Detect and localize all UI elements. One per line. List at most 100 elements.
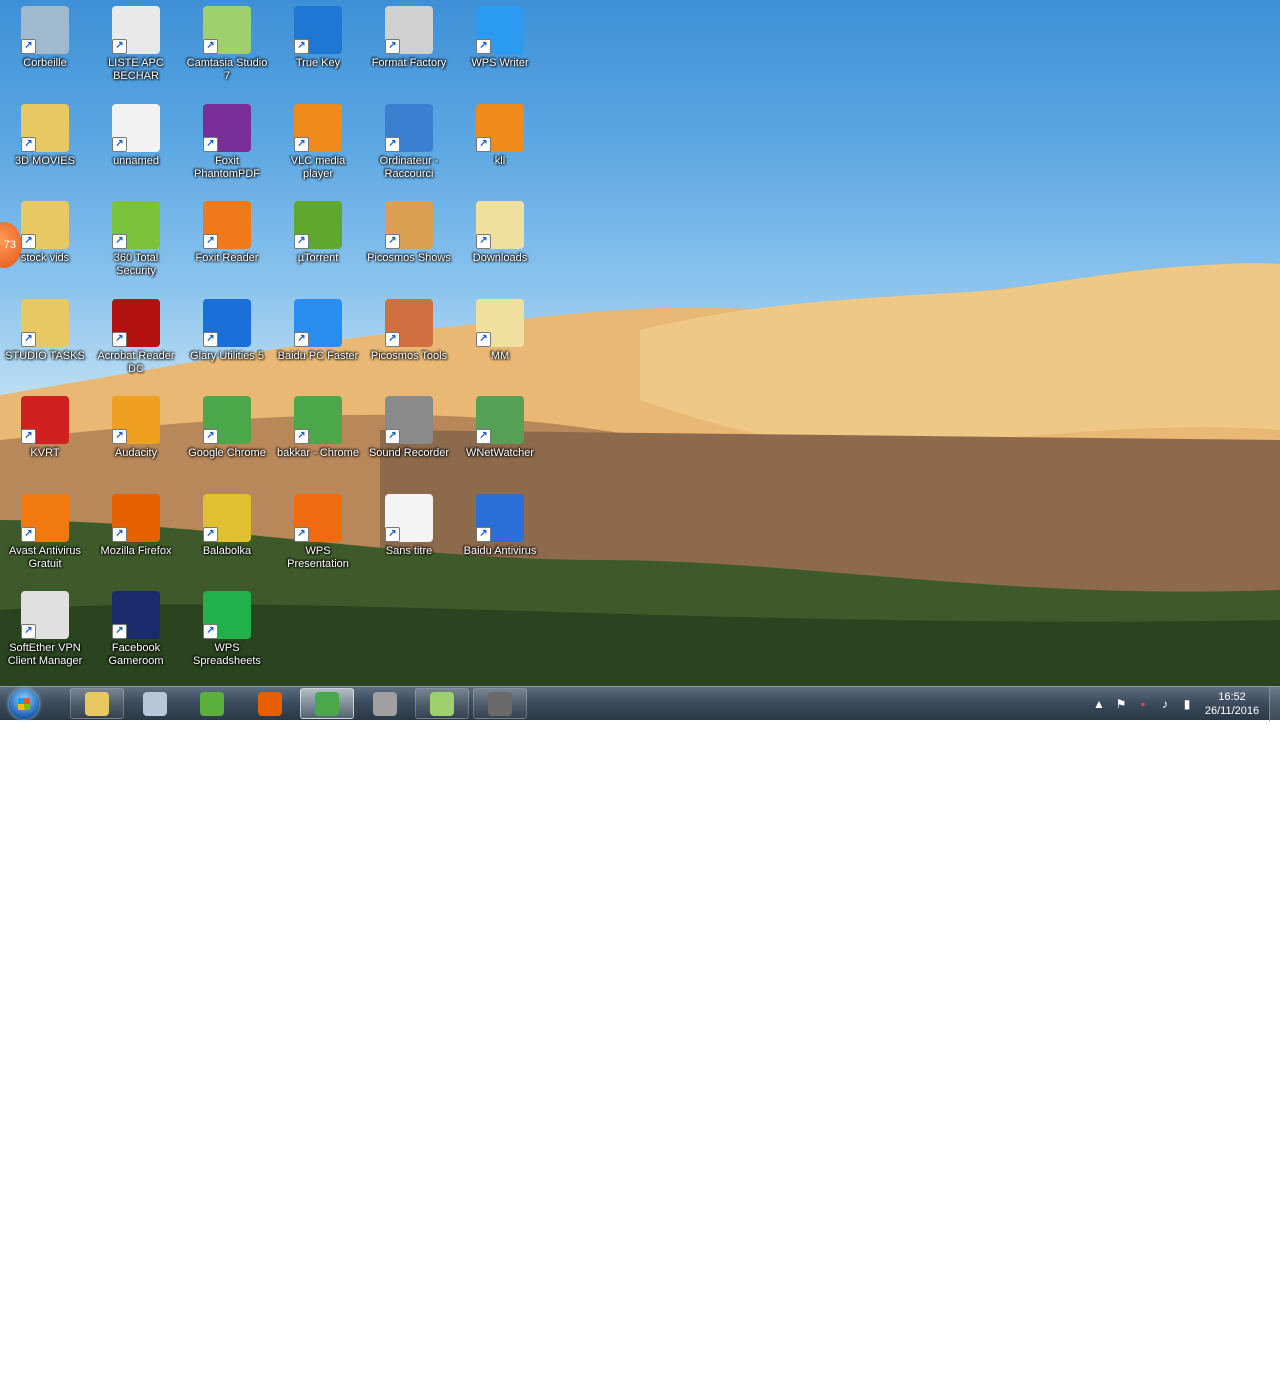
desktop-icon[interactable]: ↗ bakkar - Chrome xyxy=(275,396,361,460)
shortcut-arrow-icon: ↗ xyxy=(385,136,400,152)
desktop-icon[interactable]: ↗ Sound Recorder xyxy=(366,396,452,460)
folder-icon xyxy=(85,691,109,716)
desktop-icon[interactable]: ↗ MM xyxy=(457,298,543,363)
desktop-icon[interactable]: ↗ WPS Spreadsheets xyxy=(184,591,270,668)
taskbar-button-recorder[interactable] xyxy=(472,688,527,719)
desktop-icon[interactable]: ↗ Sans titre xyxy=(366,493,452,558)
mouse-cursor-icon xyxy=(340,1382,356,1398)
shortcut-arrow-icon: ↗ xyxy=(476,331,491,347)
desktop-icon[interactable]: ↗ VLC media player xyxy=(275,103,361,181)
desktop-icon[interactable]: ↗ SoftEther VPN Client Manager xyxy=(2,591,88,668)
desktop-icon[interactable]: ↗ WPS Writer xyxy=(457,6,543,70)
desktop-icon[interactable]: ↗ µTorrent xyxy=(275,201,361,265)
clock-date: 26/11/2016 xyxy=(1204,705,1260,717)
shortcut-arrow-icon: ↗ xyxy=(112,136,127,152)
show-desktop-button[interactable] xyxy=(1269,687,1280,721)
shortcut-arrow-icon: ↗ xyxy=(203,136,218,152)
shortcut-arrow-icon: ↗ xyxy=(385,331,400,347)
facebook-gameroom-icon: ↗ xyxy=(112,591,160,639)
taskbar-button-calculator[interactable] xyxy=(128,688,182,719)
shortcut-arrow-icon: ↗ xyxy=(203,234,218,249)
shortcut-arrow-icon: ↗ xyxy=(385,429,400,444)
desktop-icon[interactable]: ↗ Mozilla Firefox xyxy=(93,493,179,558)
desktop-icon[interactable]: ↗ 360 Total Security xyxy=(93,201,179,278)
shortcut-arrow-icon: ↗ xyxy=(294,331,309,347)
sync-icon xyxy=(200,691,224,716)
shortcut-arrow-icon: ↗ xyxy=(294,429,309,444)
show-hidden-icons-icon[interactable]: ▲ xyxy=(1091,697,1107,711)
desktop-icon[interactable]: ↗ Glary Utilities 5 xyxy=(184,298,270,363)
desktop-icon[interactable]: ↗ stock vids xyxy=(2,201,88,265)
desktop-icon[interactable]: ↗ Avast Antivirus Gratuit xyxy=(2,493,88,571)
desktop-icon[interactable]: ↗ WNetWatcher xyxy=(457,396,543,460)
desktop-icon[interactable]: ↗ True Key xyxy=(275,6,361,70)
taskbar-button-firefox[interactable] xyxy=(243,688,297,719)
desktop-icon-label: STUDIO TASKS xyxy=(5,349,85,362)
desktop-icon[interactable]: ↗ Format Factory xyxy=(366,6,452,70)
desktop-icon[interactable]: ↗ Camtasia Studio 7 xyxy=(184,6,270,83)
clock[interactable]: 16:52 26/11/2016 xyxy=(1201,690,1263,718)
desktop-icon-label: LISTE APC BECHAR xyxy=(108,57,164,82)
desktop-icon-label: SoftEther VPN Client Manager xyxy=(7,642,83,667)
taskbar-button-media[interactable] xyxy=(358,688,412,719)
desktop-icon[interactable]: ↗ KVRT xyxy=(2,396,88,460)
taskbar-button-chrome[interactable] xyxy=(300,688,354,719)
film-reel-icon xyxy=(372,691,397,716)
desktop-icon[interactable]: ↗ Downloads xyxy=(457,201,543,265)
shortcut-arrow-icon: ↗ xyxy=(21,429,36,444)
desktop-icon[interactable]: ↗ Corbeille xyxy=(2,6,88,70)
desktop-icon[interactable]: ↗ unnamed xyxy=(93,103,179,168)
system-tray: ▲ ⚑ ▪ ♪ ▮ 16:52 26/11/2016 xyxy=(1091,687,1280,721)
desktop-icon[interactable]: ↗ STUDIO TASKS xyxy=(2,298,88,363)
softether-icon: ↗ xyxy=(21,591,69,639)
desktop-icon[interactable]: ↗ Balabolka xyxy=(184,493,270,558)
shortcut-arrow-icon: ↗ xyxy=(21,39,36,54)
wps-writer-icon: ↗ xyxy=(476,6,524,54)
audacity-icon: ↗ xyxy=(112,396,160,444)
desktop-icon[interactable]: ↗ Picosmos Shows xyxy=(366,201,452,265)
desktop-icon[interactable]: ↗ Baidu PC Faster xyxy=(275,298,361,363)
taskbar-button-camtasia[interactable] xyxy=(415,688,469,719)
signal-bars-icon[interactable]: ▮ xyxy=(1179,697,1195,711)
avast-icon: ↗ xyxy=(21,493,69,542)
taskbar-button-explorer[interactable] xyxy=(70,688,124,719)
desktop-icon[interactable]: ↗ kll xyxy=(457,103,543,168)
desktop-icon[interactable]: ↗ Foxit PhantomPDF xyxy=(184,103,270,181)
desktop-icon[interactable]: ↗ 3D MOVIES xyxy=(2,103,88,168)
desktop-icon[interactable]: ↗ Foxit Reader xyxy=(184,201,270,265)
taskbar-button-sync[interactable] xyxy=(185,688,239,719)
desktop-icon-label: VLC media player xyxy=(290,154,346,180)
foxit-reader-icon: ↗ xyxy=(203,201,251,249)
shortcut-arrow-icon: ↗ xyxy=(294,39,309,54)
shortcut-arrow-icon: ↗ xyxy=(294,136,309,152)
shortcut-arrow-icon: ↗ xyxy=(112,234,127,249)
spreadsheet-file-icon: ↗ xyxy=(112,6,160,54)
desktop-icon-label: Glary Utilities 5 xyxy=(190,349,264,362)
action-center-flag-icon[interactable]: ⚑ xyxy=(1113,697,1129,711)
desktop-icon[interactable]: ↗ WPS Presentation xyxy=(275,493,361,571)
windows-logo-icon xyxy=(9,689,39,719)
desktop-icon-label: Balabolka xyxy=(202,544,252,557)
desktop-icon-label: Ordinateur - Raccourci xyxy=(379,154,439,180)
shortcut-arrow-icon: ↗ xyxy=(476,39,491,54)
shortcut-arrow-icon: ↗ xyxy=(476,526,491,542)
desktop-icon[interactable]: ↗ Acrobat Reader DC xyxy=(93,298,179,376)
desktop-icon[interactable]: ↗ LISTE APC BECHAR xyxy=(93,6,179,83)
desktop-icon[interactable]: ↗ Audacity xyxy=(93,396,179,460)
360-security-icon: ↗ xyxy=(112,201,160,249)
desktop-icon[interactable]: ↗ Facebook Gameroom xyxy=(93,591,179,668)
picosmos-shows-icon: ↗ xyxy=(385,201,433,249)
volume-icon[interactable]: ♪ xyxy=(1157,697,1173,711)
desktop-icon-label: Google Chrome xyxy=(188,447,266,459)
desktop-icon[interactable]: ↗ Ordinateur - Raccourci xyxy=(366,103,452,181)
taskbar: ▲ ⚑ ▪ ♪ ▮ 16:52 26/11/2016 xyxy=(0,686,1280,1398)
wma-file-icon: ↗ xyxy=(385,493,433,542)
network-warning-icon[interactable]: ▪ xyxy=(1135,697,1151,711)
desktop-icon-label: WPS Presentation xyxy=(287,544,349,570)
shortcut-arrow-icon: ↗ xyxy=(294,526,309,542)
desktop-icon[interactable]: ↗ Baidu Antivirus xyxy=(457,493,543,558)
desktop-icon[interactable]: ↗ Picosmos Tools xyxy=(366,298,452,363)
start-button[interactable] xyxy=(4,688,44,720)
shortcut-arrow-icon: ↗ xyxy=(476,136,491,152)
desktop-icon[interactable]: ↗ Google Chrome xyxy=(184,396,270,460)
